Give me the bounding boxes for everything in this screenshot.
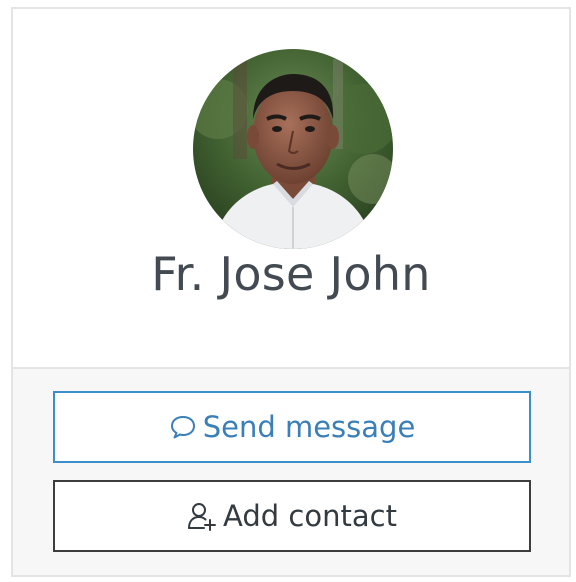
add-contact-label: Add contact xyxy=(223,499,397,533)
avatar xyxy=(193,49,393,249)
send-message-button[interactable]: Send message xyxy=(53,391,531,463)
speech-bubble-icon xyxy=(169,414,197,440)
profile-card: Fr. Jose John Send message Add contact xyxy=(11,7,571,577)
profile-name: Fr. Jose John xyxy=(151,247,431,301)
profile-actions: Send message Add contact xyxy=(13,369,569,575)
user-add-icon xyxy=(187,501,217,531)
profile-header: Fr. Jose John xyxy=(13,9,569,369)
add-contact-button[interactable]: Add contact xyxy=(53,480,531,552)
profile-photo xyxy=(193,49,393,249)
send-message-label: Send message xyxy=(202,410,416,444)
